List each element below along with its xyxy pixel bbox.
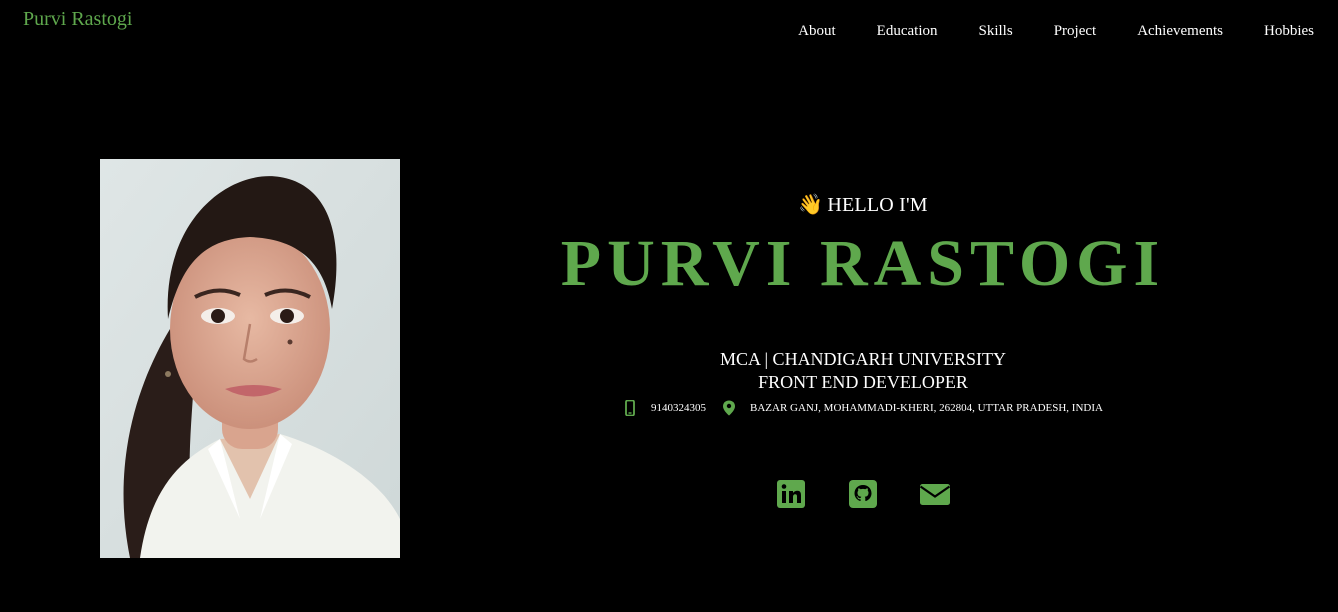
nav-education[interactable]: Education	[877, 21, 938, 41]
profile-photo	[100, 159, 400, 558]
role-line: FRONT END DEVELOPER	[758, 372, 968, 392]
address: BAZAR GANJ, MOHAMMADI-KHERI, 262804, UTT…	[750, 402, 1103, 414]
nav-project[interactable]: Project	[1054, 21, 1097, 41]
waving-hand-icon: 👋	[798, 194, 824, 216]
mobile-phone-icon	[623, 399, 637, 417]
brand-logo[interactable]: Purvi Rastogi	[23, 8, 132, 31]
linkedin-icon[interactable]	[775, 478, 807, 510]
nav-skills[interactable]: Skills	[979, 21, 1013, 41]
nav-achievements[interactable]: Achievements	[1137, 21, 1223, 41]
hero-section: 👋 HELLO I'M PURVI RASTOGI MCA | CHANDIGA…	[525, 190, 1201, 510]
contact-row: 9140324305 BAZAR GANJ, MOHAMMADI-KHERI, …	[525, 399, 1201, 417]
social-links	[525, 478, 1201, 510]
github-icon[interactable]	[847, 478, 879, 510]
greeting-text: HELLO I'M	[827, 194, 928, 216]
envelope-icon[interactable]	[919, 478, 951, 510]
profile-photo-illustration	[100, 159, 400, 558]
education-line: MCA | CHANDIGARH UNIVERSITY	[719, 349, 1007, 369]
nav-hobbies[interactable]: Hobbies	[1264, 21, 1314, 41]
main-nav: About Education Skills Project Achieveme…	[757, 21, 1314, 41]
hero-name: PURVI RASTOGI	[560, 227, 1166, 300]
phone-number: 9140324305	[651, 402, 707, 414]
greeting: 👋 HELLO I'M	[525, 190, 1201, 220]
nav-about[interactable]: About	[798, 21, 836, 41]
location-pin-icon	[722, 400, 736, 416]
